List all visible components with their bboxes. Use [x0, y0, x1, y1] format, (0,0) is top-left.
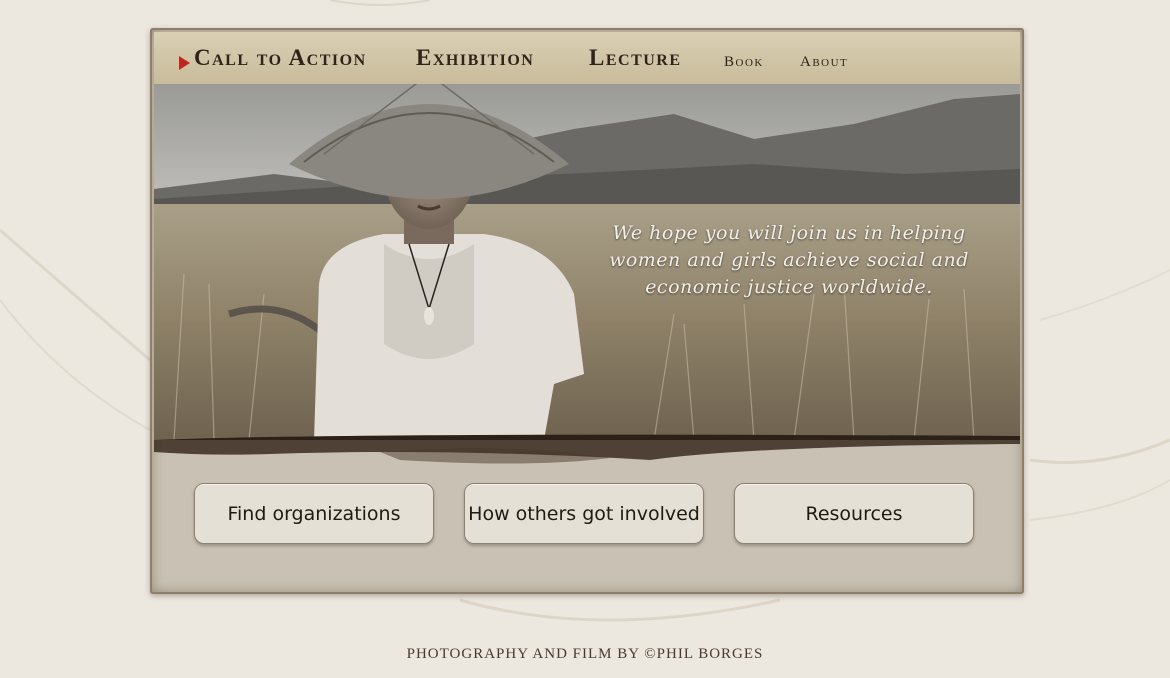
hero-quote-line-3: economic justice worldwide. — [645, 276, 933, 298]
nav-item-book[interactable]: Book — [724, 54, 764, 71]
hero-quote: We hope you will join us in helping wome… — [584, 220, 994, 301]
footer-credit: PHOTOGRAPHY AND FILM BY ©PHIL BORGES — [406, 646, 764, 662]
brush-stroke-divider — [154, 440, 1020, 464]
how-others-got-involved-button[interactable]: How others got involved — [464, 483, 704, 544]
top-nav: Call to Action Exhibition Lecture Book A… — [154, 32, 1020, 85]
nav-item-call-to-action[interactable]: Call to Action — [194, 45, 367, 71]
nav-item-about[interactable]: About — [800, 54, 848, 71]
main-card: Call to Action Exhibition Lecture Book A… — [150, 28, 1024, 594]
nav-item-lecture[interactable]: Lecture — [589, 45, 682, 71]
nav-item-exhibition[interactable]: Exhibition — [416, 45, 534, 71]
hero-image: We hope you will join us in helping wome… — [154, 84, 1020, 440]
active-arrow-icon — [179, 56, 190, 70]
find-organizations-button[interactable]: Find organizations — [194, 483, 434, 544]
hero-quote-line-1: We hope you will join us in helping — [612, 222, 966, 244]
resources-button[interactable]: Resources — [734, 483, 974, 544]
hero-quote-line-2: women and girls achieve social and — [609, 249, 969, 271]
